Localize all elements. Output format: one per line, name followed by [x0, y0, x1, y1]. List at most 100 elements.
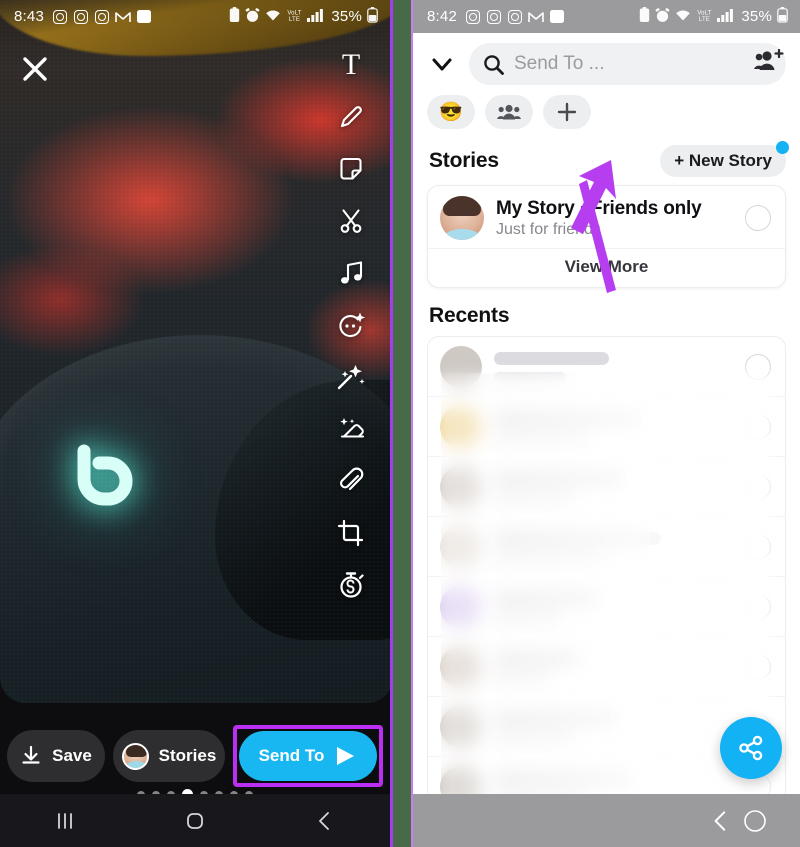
table-row[interactable]	[428, 517, 785, 577]
back-button[interactable]	[308, 804, 342, 838]
save-button[interactable]: Save	[7, 730, 105, 782]
wifi-icon	[675, 8, 692, 25]
volte-icon: VoLT LTE	[287, 8, 302, 26]
recents-icon	[58, 812, 72, 829]
chevron-down-icon	[432, 58, 452, 71]
sticker-tool-button[interactable]	[334, 152, 368, 186]
svg-text:LTE: LTE	[699, 17, 710, 23]
editor-tool-rail: T	[326, 48, 376, 602]
home-button[interactable]	[178, 804, 212, 838]
attach-link-tool-button[interactable]	[334, 464, 368, 498]
row-select-radio[interactable]	[745, 473, 771, 500]
chip-bitmoji[interactable]: 😎	[427, 95, 475, 129]
scissors-tool-button[interactable]	[334, 204, 368, 238]
stories-label: Stories	[158, 746, 217, 765]
status-system-icons: VoLT LTE 35%	[639, 7, 788, 26]
snap-action-bar: Save Stories Send To	[0, 724, 390, 788]
row-select-radio[interactable]	[745, 593, 771, 620]
my-story-text: My Story · Friends only Just for friends	[496, 198, 733, 239]
table-row[interactable]	[428, 637, 785, 697]
row-select-radio[interactable]	[745, 353, 771, 380]
my-story-select-radio[interactable]	[745, 205, 771, 231]
status-time: 8:43	[14, 8, 44, 25]
close-button[interactable]	[20, 54, 50, 84]
share-button[interactable]	[720, 717, 782, 779]
scissors-icon	[340, 209, 362, 233]
crop-tool-button[interactable]	[334, 516, 368, 550]
gmail-icon	[115, 9, 131, 25]
right-status-bar: 8:42 VoLT LTE 35%	[413, 0, 800, 33]
gallery-icon	[136, 9, 152, 25]
home-icon	[744, 809, 766, 832]
chip-group[interactable]	[485, 95, 533, 129]
screenshot-stage: 8:43 VoLT LTE 35% T Save Stories Send To…	[0, 0, 800, 847]
row-select-radio[interactable]	[745, 413, 771, 440]
row-select-radio[interactable]	[745, 653, 771, 680]
paperclip-icon	[340, 467, 364, 491]
bitmoji-avatar	[121, 742, 149, 770]
alarm-icon	[245, 7, 260, 26]
list-item-text	[494, 471, 733, 502]
gmail-icon	[528, 9, 544, 25]
add-friends-button[interactable]	[754, 48, 784, 79]
new-story-button[interactable]: + New Story	[660, 141, 789, 177]
instagram-icon	[73, 9, 89, 25]
recents-button[interactable]	[48, 804, 82, 838]
magic-lens-icon	[339, 312, 366, 338]
lens-tool-button[interactable]	[334, 308, 368, 342]
back-button[interactable]	[704, 804, 738, 838]
collapse-sheet-button[interactable]	[425, 47, 459, 81]
crop-icon	[337, 519, 364, 547]
effects-tool-button[interactable]	[334, 360, 368, 394]
svg-text:VoLT: VoLT	[288, 10, 302, 16]
view-more-button[interactable]: View More	[428, 248, 785, 287]
sticker-icon	[340, 157, 362, 180]
search-row	[413, 33, 800, 93]
wifi-icon	[265, 8, 282, 25]
battery-saver-icon	[229, 7, 240, 26]
my-story-row[interactable]: My Story · Friends only Just for friends	[428, 186, 785, 248]
avatar	[440, 345, 482, 388]
table-row[interactable]	[428, 337, 785, 397]
instagram-icon	[507, 9, 523, 25]
home-button[interactable]	[738, 804, 772, 838]
search-input[interactable]	[514, 53, 772, 75]
battery-icon	[367, 7, 378, 26]
table-row[interactable]	[428, 577, 785, 637]
share-icon	[739, 735, 763, 761]
draw-tool-button[interactable]	[334, 100, 368, 134]
stopwatch-icon	[340, 572, 364, 598]
group-icon	[497, 104, 521, 120]
send-to-button[interactable]: Send To	[239, 731, 377, 781]
music-note-icon	[341, 261, 363, 284]
battery-percent: 35%	[741, 8, 772, 25]
status-system-icons: VoLT LTE 35%	[229, 7, 378, 26]
back-icon	[714, 810, 726, 831]
status-notification-icons	[52, 9, 152, 25]
instagram-icon	[465, 9, 481, 25]
text-tool-button[interactable]: T	[334, 48, 368, 82]
back-icon	[319, 811, 329, 830]
search-box[interactable]	[469, 43, 786, 85]
volte-icon: VoLT LTE	[697, 8, 712, 26]
row-select-radio[interactable]	[745, 533, 771, 560]
table-row[interactable]	[428, 397, 785, 457]
timer-tool-button[interactable]	[334, 568, 368, 602]
eraser-tool-button[interactable]	[334, 412, 368, 446]
svg-text:LTE: LTE	[289, 17, 300, 23]
left-status-bar: 8:43 VoLT LTE 35%	[0, 0, 390, 33]
send-to-label: Send To	[258, 746, 325, 765]
left-phone: 8:43 VoLT LTE 35% T Save Stories Send To	[0, 0, 393, 847]
list-item-text	[494, 591, 733, 622]
music-tool-button[interactable]	[334, 256, 368, 290]
send-to-sheet: 😎	[413, 33, 800, 847]
battery-saver-icon	[639, 7, 650, 26]
stories-button[interactable]: Stories	[113, 730, 225, 782]
instagram-icon	[52, 9, 68, 25]
battery-percent: 35%	[331, 8, 362, 25]
chip-new-group[interactable]	[543, 95, 591, 129]
sparkle-wand-icon	[337, 365, 365, 390]
status-notification-icons	[465, 9, 565, 25]
filter-chip-row: 😎	[413, 93, 800, 139]
table-row[interactable]	[428, 457, 785, 517]
